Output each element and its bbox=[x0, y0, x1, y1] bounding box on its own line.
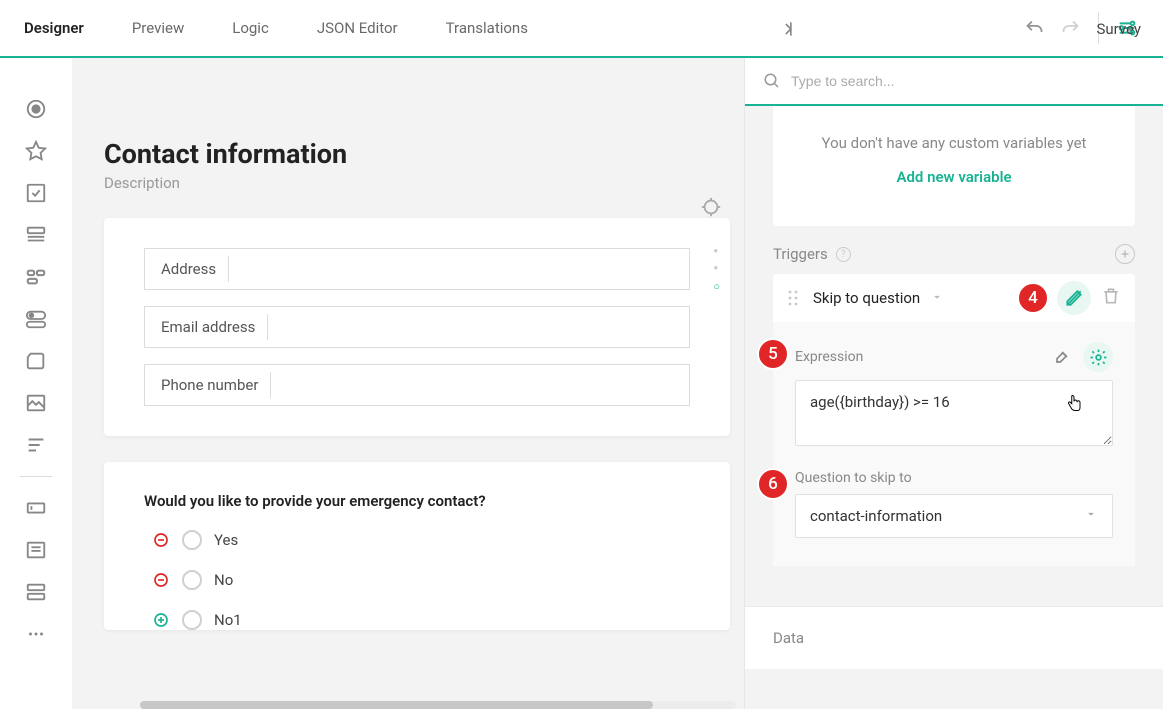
tool-text-icon[interactable] bbox=[15, 487, 57, 529]
clear-expression-icon[interactable] bbox=[1047, 342, 1077, 372]
tool-file-icon[interactable] bbox=[15, 340, 57, 382]
question-panel[interactable]: Would you like to provide your emergency… bbox=[104, 462, 730, 630]
tool-more-icon[interactable] bbox=[15, 613, 57, 655]
trigger-card: Skip to question 4 5 bbox=[773, 274, 1135, 566]
trigger-type-select[interactable]: Skip to question bbox=[813, 289, 920, 307]
remove-icon[interactable] bbox=[152, 571, 170, 589]
trigger-row: Skip to question 4 bbox=[773, 274, 1135, 322]
tool-rating-icon[interactable] bbox=[15, 130, 57, 172]
callout-4: 4 bbox=[1017, 282, 1049, 314]
edit-trigger-icon[interactable] bbox=[1057, 281, 1091, 315]
variables-box: You don't have any custom variables yet … bbox=[773, 106, 1135, 226]
tab-designer[interactable]: Designer bbox=[0, 0, 108, 57]
variables-empty-text: You don't have any custom variables yet bbox=[793, 134, 1115, 152]
triggers-header: Triggers ? bbox=[745, 226, 1163, 274]
tab-translations[interactable]: Translations bbox=[422, 0, 552, 57]
option-row-no1[interactable]: No1 bbox=[144, 610, 690, 630]
add-trigger-button[interactable] bbox=[1115, 244, 1135, 264]
collapse-panel-icon[interactable] bbox=[767, 11, 803, 47]
skip-to-select[interactable]: contact-information bbox=[795, 494, 1113, 538]
skip-to-label: Question to skip to bbox=[795, 470, 912, 486]
expression-textarea[interactable] bbox=[795, 380, 1113, 446]
trigger-detail: 5 Expression bbox=[773, 322, 1135, 566]
callout-6: 6 bbox=[757, 468, 789, 500]
tool-radio-icon[interactable] bbox=[15, 88, 57, 130]
tool-image-icon[interactable] bbox=[15, 382, 57, 424]
multitext-panel[interactable]: ●●○ Address Email address Phone number bbox=[104, 218, 730, 436]
callout-5: 5 bbox=[757, 338, 789, 370]
tab-preview[interactable]: Preview bbox=[108, 0, 208, 57]
side-dots: ●●○ bbox=[713, 246, 720, 293]
delete-trigger-icon[interactable] bbox=[1101, 286, 1121, 310]
option-label[interactable]: Yes bbox=[214, 531, 238, 549]
design-workspace: Contact information Description ●●○ Addr… bbox=[72, 58, 744, 709]
radio-icon[interactable] bbox=[182, 570, 202, 590]
tool-boolean-icon[interactable] bbox=[15, 298, 57, 340]
remove-icon[interactable] bbox=[152, 531, 170, 549]
chevron-down-icon bbox=[1084, 507, 1098, 525]
field-email[interactable]: Email address bbox=[144, 306, 690, 348]
panel-context-label[interactable]: Survey bbox=[1096, 20, 1141, 38]
field-address[interactable]: Address bbox=[144, 248, 690, 290]
help-icon[interactable]: ? bbox=[836, 247, 851, 262]
expression-label: Expression bbox=[795, 349, 863, 365]
option-label[interactable]: No bbox=[214, 571, 233, 589]
properties-panel: Survey You don't have any custom variabl… bbox=[745, 58, 1163, 709]
tool-checkbox-icon[interactable] bbox=[15, 172, 57, 214]
radio-icon[interactable] bbox=[182, 610, 202, 630]
tool-ranking-icon[interactable] bbox=[15, 424, 57, 466]
option-row-no[interactable]: No bbox=[144, 570, 690, 590]
tool-dropdown-icon[interactable] bbox=[15, 214, 57, 256]
panel-description[interactable]: Description bbox=[104, 174, 730, 192]
question-title[interactable]: Would you like to provide your emergency… bbox=[144, 492, 690, 510]
radio-icon[interactable] bbox=[182, 530, 202, 550]
tab-json-editor[interactable]: JSON Editor bbox=[293, 0, 422, 57]
search-input[interactable] bbox=[791, 73, 1145, 89]
tool-tagbox-icon[interactable] bbox=[15, 256, 57, 298]
chevron-down-icon[interactable] bbox=[930, 289, 944, 308]
tab-logic[interactable]: Logic bbox=[208, 0, 293, 57]
panel-title[interactable]: Contact information bbox=[104, 138, 730, 170]
add-icon[interactable] bbox=[152, 611, 170, 629]
workspace-scrollbar[interactable] bbox=[140, 701, 736, 709]
toolbox bbox=[0, 58, 72, 709]
tool-comment-icon[interactable] bbox=[15, 529, 57, 571]
property-search-row bbox=[745, 58, 1163, 106]
tool-multitext-icon[interactable] bbox=[15, 571, 57, 613]
triggers-label: Triggers bbox=[773, 245, 828, 263]
data-section-header[interactable]: Data bbox=[745, 606, 1163, 669]
field-phone[interactable]: Phone number bbox=[144, 364, 690, 406]
search-icon bbox=[763, 72, 781, 90]
option-row-yes[interactable]: Yes bbox=[144, 530, 690, 550]
drag-handle-icon[interactable] bbox=[787, 289, 799, 307]
option-label[interactable]: No1 bbox=[214, 611, 242, 629]
add-variable-link[interactable]: Add new variable bbox=[793, 168, 1115, 186]
gps-icon bbox=[700, 196, 722, 224]
expression-builder-icon[interactable] bbox=[1083, 342, 1113, 372]
